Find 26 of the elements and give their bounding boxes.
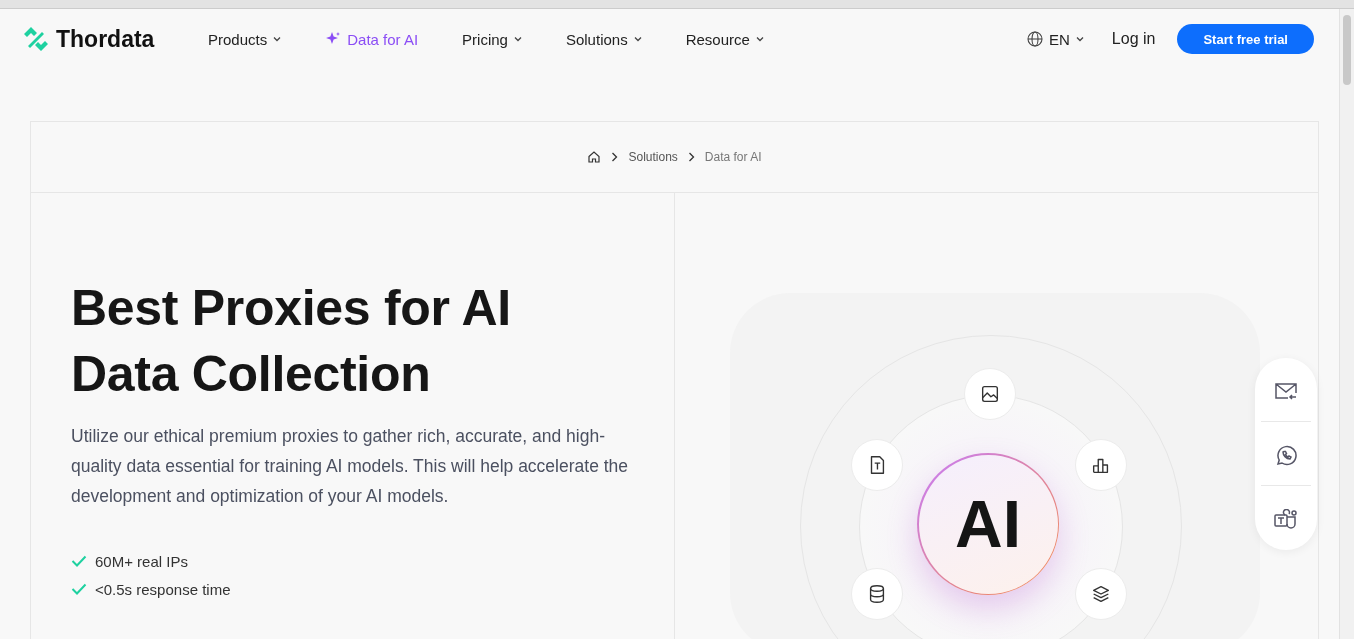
hero-title: Best Proxies for AI Data Collection <box>71 279 512 404</box>
home-icon[interactable] <box>587 150 602 164</box>
language-selector[interactable]: EN <box>1027 30 1084 48</box>
logo-icon <box>22 26 50 52</box>
hero-description: Utilize our ethical premium proxies to gather rich, accurate, and high-quality data essential for training AI models. This will help accelerate the development and optimization of your AI models. <box>71 425 630 508</box>
login-link[interactable]: Log in <box>1105 29 1162 49</box>
start-trial-button[interactable]: Start free trial <box>1177 24 1314 54</box>
scrollbar[interactable] <box>1339 9 1354 639</box>
logo-text[interactable]: Thordata <box>56 25 155 53</box>
feature-text: <0.5s response time <box>95 580 231 598</box>
nav-item[interactable]: Data for AI <box>325 30 419 48</box>
chevron-down-icon <box>1075 36 1084 42</box>
breadcrumb-link[interactable]: Solutions <box>628 150 678 164</box>
nav-item[interactable]: Resource <box>685 30 764 48</box>
layers-icon <box>1090 583 1112 605</box>
feature-text: 60M+ real IPs <box>95 552 188 570</box>
globe-icon <box>1027 31 1043 47</box>
chevron-right-icon <box>687 152 695 162</box>
check-icon <box>71 583 87 595</box>
check-icon <box>71 555 87 567</box>
chevron-right-icon <box>611 152 619 162</box>
breadcrumb-link[interactable]: Data for AI <box>704 150 762 164</box>
nav-item[interactable]: Solutions <box>565 30 642 48</box>
nav-item[interactable]: Products <box>208 30 282 48</box>
image-icon <box>979 383 1001 405</box>
nav-item[interactable]: Pricing <box>462 30 522 48</box>
